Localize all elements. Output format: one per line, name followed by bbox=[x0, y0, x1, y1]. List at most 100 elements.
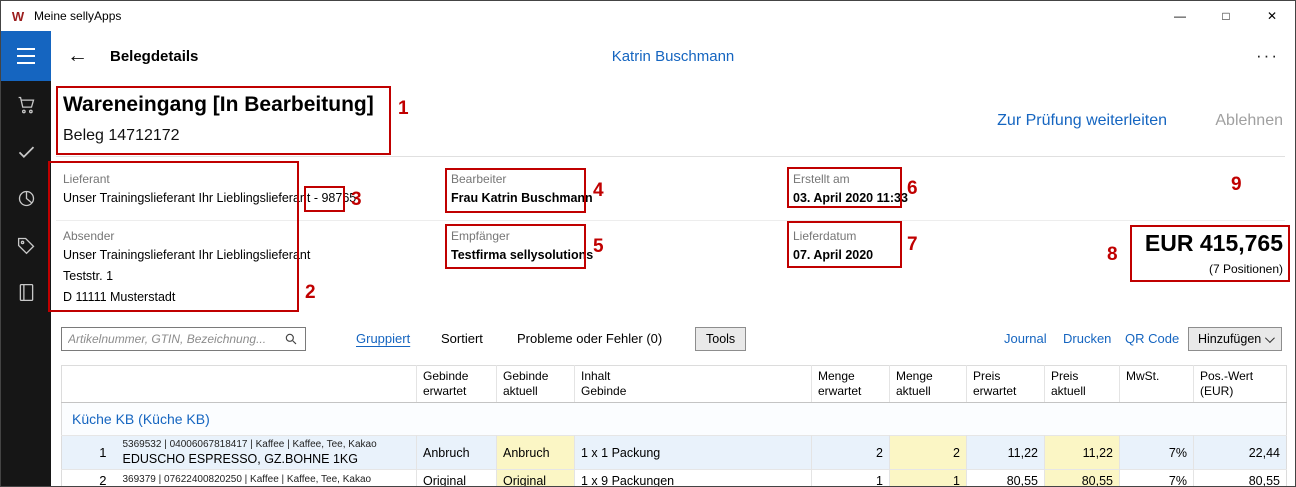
menu-icon bbox=[17, 48, 35, 50]
annotation-number-6: 6 bbox=[907, 178, 918, 200]
mwst-cell: 7% bbox=[1120, 470, 1194, 487]
row-number: 2 bbox=[62, 470, 117, 487]
erstellt-am-label: Erstellt am bbox=[793, 172, 850, 186]
absender-line1: Unser Trainingslieferant Ihr Lieblingsli… bbox=[63, 248, 310, 262]
reject-link[interactable]: Ablehnen bbox=[1215, 112, 1283, 130]
article-meta: 5369532 | 04006067818417 | Kaffee | Kaff… bbox=[123, 439, 411, 450]
book-icon bbox=[16, 282, 37, 303]
sidebar bbox=[1, 31, 51, 486]
annotation-number-4: 4 bbox=[593, 180, 604, 202]
menge-erwartet-cell: 1 bbox=[812, 470, 890, 487]
article-meta: 369379 | 07622400820250 | Kaffee | Kaffe… bbox=[123, 474, 411, 485]
empfaenger-value: Testfirma sellysolutions bbox=[451, 248, 593, 262]
pos-wert-cell: 80,55 bbox=[1194, 470, 1287, 487]
annotation-number-5: 5 bbox=[593, 236, 604, 258]
bearbeiter-value: Frau Katrin Buschmann bbox=[451, 191, 593, 205]
absender-line3: D 11111 Musterstadt bbox=[63, 290, 175, 304]
gebinde-aktuell-cell[interactable]: Original bbox=[497, 470, 575, 487]
sidebar-item-statistics[interactable] bbox=[1, 175, 51, 222]
qr-code-link[interactable]: QR Code bbox=[1125, 331, 1179, 346]
absender-line2: Teststr. 1 bbox=[63, 269, 113, 283]
inhalt-gebinde-cell: 1 x 1 Packung bbox=[575, 436, 812, 470]
minimize-button[interactable]: — bbox=[1157, 1, 1203, 31]
preis-aktuell-cell[interactable]: 11,22 bbox=[1045, 436, 1120, 470]
drucken-link[interactable]: Drucken bbox=[1063, 331, 1111, 346]
preis-erwartet-cell: 11,22 bbox=[967, 436, 1045, 470]
page-title: Belegdetails bbox=[110, 48, 198, 65]
positions-table: Gebinde erwartet Gebinde aktuell Inhalt … bbox=[61, 365, 1286, 487]
tab-sortiert[interactable]: Sortiert bbox=[441, 331, 483, 346]
col-header-pos-wert: Pos.-Wert (EUR) bbox=[1194, 366, 1287, 403]
sidebar-item-journal[interactable] bbox=[1, 269, 51, 316]
more-button[interactable]: ··· bbox=[1256, 46, 1279, 66]
sidebar-item-labels[interactable] bbox=[1, 222, 51, 269]
current-user[interactable]: Katrin Buschmann bbox=[612, 48, 735, 65]
inhalt-gebinde-cell: 1 x 9 Packungen bbox=[575, 470, 812, 487]
article-cell: 5369532 | 04006067818417 | Kaffee | Kaff… bbox=[117, 436, 417, 470]
close-button[interactable]: ✕ bbox=[1249, 1, 1295, 31]
gebinde-erwartet-cell: Anbruch bbox=[417, 436, 497, 470]
col-header-num bbox=[62, 366, 117, 403]
menge-aktuell-cell[interactable]: 1 bbox=[890, 470, 967, 487]
erstellt-am-value: 03. April 2020 11:33 bbox=[793, 191, 908, 205]
col-header-inhalt-gebinde: Inhalt Gebinde bbox=[575, 366, 812, 403]
search-icon[interactable] bbox=[281, 332, 301, 346]
table-header-row: Gebinde erwartet Gebinde aktuell Inhalt … bbox=[62, 366, 1287, 403]
annotation-number-7: 7 bbox=[907, 234, 918, 256]
bearbeiter-label: Bearbeiter bbox=[451, 172, 506, 186]
total-positions: (7 Positionen) bbox=[1209, 262, 1283, 276]
cart-icon bbox=[16, 94, 37, 115]
preis-erwartet-cell: 80,55 bbox=[967, 470, 1045, 487]
sidebar-item-tasks[interactable] bbox=[1, 128, 51, 175]
table-row[interactable]: 1 5369532 | 04006067818417 | Kaffee | Ka… bbox=[62, 436, 1287, 470]
maximize-button[interactable]: □ bbox=[1203, 1, 1249, 31]
lieferant-label: Lieferant bbox=[63, 172, 110, 186]
lieferant-number: 98765 bbox=[321, 191, 356, 205]
pie-chart-icon bbox=[16, 188, 37, 209]
col-header-gebinde-aktuell: Gebinde aktuell bbox=[497, 366, 575, 403]
lieferdatum-label: Lieferdatum bbox=[793, 229, 856, 243]
total-amount: EUR 415,765 bbox=[1145, 230, 1283, 257]
hinzufuegen-button[interactable]: Hinzufügen bbox=[1188, 327, 1282, 351]
titlebar: W Meine sellyApps — □ ✕ bbox=[1, 1, 1295, 31]
preis-aktuell-cell[interactable]: 80,55 bbox=[1045, 470, 1120, 487]
pos-wert-cell: 22,44 bbox=[1194, 436, 1287, 470]
col-header-gebinde-erwartet: Gebinde erwartet bbox=[417, 366, 497, 403]
table-row[interactable]: 2 369379 | 07622400820250 | Kaffee | Kaf… bbox=[62, 470, 1287, 487]
menu-button[interactable] bbox=[1, 31, 51, 81]
group-header-row: Küche KB (Küche KB) bbox=[62, 403, 1287, 436]
page-header: ← Belegdetails Katrin Buschmann ··· bbox=[51, 31, 1295, 81]
col-header-mwst: MwSt. bbox=[1120, 366, 1194, 403]
search-input[interactable] bbox=[62, 332, 281, 346]
check-icon bbox=[16, 141, 37, 162]
gebinde-aktuell-cell[interactable]: Anbruch bbox=[497, 436, 575, 470]
divider bbox=[56, 220, 1285, 221]
lieferdatum-value: 07. April 2020 bbox=[793, 248, 873, 262]
group-header-label[interactable]: Küche KB (Küche KB) bbox=[62, 403, 1287, 436]
col-header-preis-erwartet: Preis erwartet bbox=[967, 366, 1045, 403]
journal-link[interactable]: Journal bbox=[1004, 331, 1047, 346]
menge-erwartet-cell: 2 bbox=[812, 436, 890, 470]
chevron-down-icon bbox=[1265, 333, 1275, 343]
sidebar-item-orders[interactable] bbox=[1, 81, 51, 128]
back-button[interactable]: ← bbox=[67, 44, 88, 68]
tab-gruppiert[interactable]: Gruppiert bbox=[356, 331, 410, 346]
mwst-cell: 7% bbox=[1120, 436, 1194, 470]
gebinde-erwartet-cell: Original bbox=[417, 470, 497, 487]
col-header-preis-aktuell: Preis aktuell bbox=[1045, 366, 1120, 403]
menge-aktuell-cell[interactable]: 2 bbox=[890, 436, 967, 470]
absender-label: Absender bbox=[63, 229, 114, 243]
annotation-number-2: 2 bbox=[305, 282, 316, 304]
col-header-article bbox=[117, 366, 417, 403]
annotation-number-9: 9 bbox=[1231, 174, 1242, 196]
forward-for-review-link[interactable]: Zur Prüfung weiterleiten bbox=[997, 112, 1167, 130]
tools-button[interactable]: Tools bbox=[695, 327, 746, 351]
app-icon: W bbox=[10, 9, 26, 24]
document-status-title: Wareneingang [In Bearbeitung] bbox=[63, 93, 374, 117]
window-title: Meine sellyApps bbox=[34, 9, 121, 23]
tab-probleme-oder-fehler[interactable]: Probleme oder Fehler (0) bbox=[517, 331, 662, 346]
tag-icon bbox=[16, 235, 37, 256]
document-number: Beleg 14712172 bbox=[63, 127, 180, 145]
app-window: W Meine sellyApps — □ ✕ ← bbox=[0, 0, 1296, 487]
col-header-menge-erwartet: Menge erwartet bbox=[812, 366, 890, 403]
